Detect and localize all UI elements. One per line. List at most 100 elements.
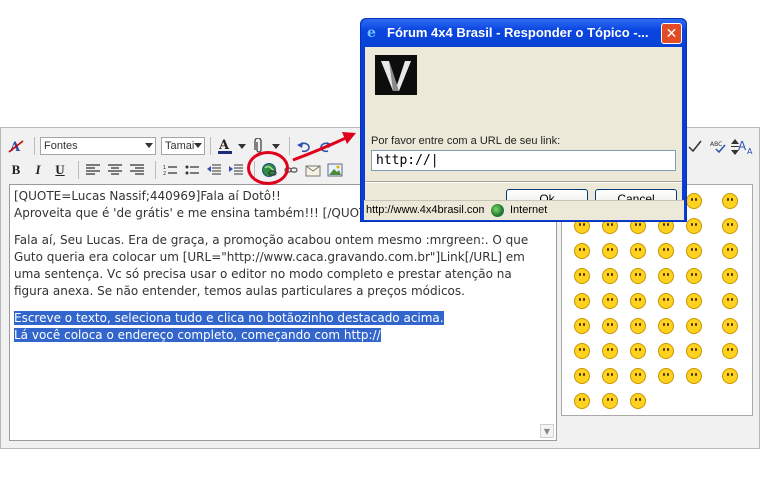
chevron-down-icon[interactable]	[238, 137, 246, 155]
smiley-icon[interactable]	[658, 293, 674, 309]
smiley-icon[interactable]	[630, 293, 646, 309]
outdent-icon[interactable]	[205, 161, 223, 179]
remove-format-icon[interactable]: A	[7, 137, 25, 155]
smiley-icon[interactable]	[602, 318, 618, 334]
dialog-titlebar: e Fórum 4x4 Brasil - Responder o Tópico …	[361, 19, 686, 47]
toolbar-separator	[155, 161, 156, 179]
annotation-arrow	[292, 132, 356, 162]
dialog-divider	[365, 181, 682, 183]
smiley-icon[interactable]	[658, 243, 674, 259]
smiley-icon[interactable]	[686, 193, 702, 209]
smiley-icon[interactable]	[722, 243, 738, 259]
smiley-icon[interactable]	[686, 268, 702, 284]
url-input[interactable]: http://|	[371, 150, 676, 171]
smiley-icon[interactable]	[574, 393, 590, 409]
smiley-icon[interactable]	[574, 268, 590, 284]
url-prompt: Por favor entre com a URL de seu link:	[371, 135, 561, 147]
size-select[interactable]: Tamai	[161, 137, 205, 155]
toolbar-separator	[210, 137, 211, 155]
smiley-icon[interactable]	[686, 368, 702, 384]
status-url: http://www.4x4brasil.com	[366, 204, 484, 216]
smiley-icon[interactable]	[630, 243, 646, 259]
align-left-icon[interactable]	[84, 161, 102, 179]
smiley-icon[interactable]	[722, 343, 738, 359]
browser-icon: e	[367, 25, 376, 41]
smiley-icon[interactable]	[686, 318, 702, 334]
underline-icon[interactable]: U	[51, 161, 69, 179]
svg-text:ABC: ABC	[710, 141, 722, 148]
svg-text:A: A	[738, 139, 747, 153]
svg-text:2: 2	[163, 171, 166, 176]
link-dialog: e Fórum 4x4 Brasil - Responder o Tópico …	[360, 18, 687, 222]
smiley-icon[interactable]	[574, 343, 590, 359]
svg-text:A: A	[747, 147, 753, 156]
font-select[interactable]: Fontes	[40, 137, 156, 155]
smiley-icon[interactable]	[574, 318, 590, 334]
smiley-icon[interactable]	[686, 343, 702, 359]
indent-icon[interactable]	[227, 161, 245, 179]
smiley-icon[interactable]	[722, 268, 738, 284]
smiley-icon[interactable]	[602, 368, 618, 384]
security-zone: Internet	[510, 204, 548, 216]
text-size-icon[interactable]: AA	[738, 138, 756, 156]
smiley-icon[interactable]	[658, 318, 674, 334]
smiley-icon[interactable]	[630, 343, 646, 359]
toolbar-separator	[78, 161, 79, 179]
globe-icon	[491, 204, 504, 217]
dialog-title: Fórum 4x4 Brasil - Responder o Tópico -.…	[387, 25, 649, 40]
smiley-icon[interactable]	[602, 343, 618, 359]
smiley-icon[interactable]	[722, 368, 738, 384]
smiley-icon[interactable]	[722, 218, 738, 234]
smiley-icon[interactable]	[658, 343, 674, 359]
smiley-icon[interactable]	[602, 243, 618, 259]
close-icon: ✕	[665, 25, 678, 42]
selected-text-line: Lá você coloca o endereço completo, come…	[14, 327, 552, 344]
unordered-list-icon[interactable]	[183, 161, 201, 179]
dialog-statusbar: http://www.4x4brasil.com Internet	[364, 200, 684, 220]
smiley-icon[interactable]	[574, 293, 590, 309]
smiley-icon[interactable]	[722, 318, 738, 334]
chevron-down-icon	[194, 143, 202, 148]
smiley-icon[interactable]	[602, 268, 618, 284]
url-input-value: http://	[376, 153, 431, 168]
smiley-icon[interactable]	[686, 293, 702, 309]
align-center-icon[interactable]	[106, 161, 124, 179]
smiley-icon[interactable]	[630, 268, 646, 284]
forum-logo	[375, 55, 417, 95]
smiley-icon[interactable]	[602, 393, 618, 409]
smiley-icon[interactable]	[722, 293, 738, 309]
smiley-icon[interactable]	[574, 368, 590, 384]
smiley-icon[interactable]	[602, 293, 618, 309]
message-textarea[interactable]: [QUOTE=Lucas Nassif;440969]Fala aí Dotô!…	[9, 184, 557, 441]
selected-text-line: Escreve o texto, seleciona tudo e clica …	[14, 310, 552, 327]
smiley-icon[interactable]	[658, 268, 674, 284]
smiley-icon[interactable]	[630, 318, 646, 334]
smiley-icon[interactable]	[630, 368, 646, 384]
highlight-circle	[247, 151, 289, 185]
smiley-icon[interactable]	[574, 243, 590, 259]
text-color-icon[interactable]: A	[216, 137, 234, 155]
smiley-icon[interactable]	[686, 243, 702, 259]
text-line: uma sentença. Vc só precisa usar o edito…	[14, 267, 512, 281]
align-right-icon[interactable]	[128, 161, 146, 179]
toolbar-separator	[34, 137, 35, 155]
svg-text:A: A	[218, 138, 230, 153]
close-button[interactable]: ✕	[661, 23, 682, 44]
italic-icon[interactable]: I	[29, 161, 47, 179]
text-line: figura anexa. Se não entender, temos aul…	[14, 284, 465, 298]
bold-icon[interactable]: B	[7, 161, 25, 179]
scroll-down-arrow[interactable]: ▼	[540, 424, 554, 438]
smiley-icon[interactable]	[658, 368, 674, 384]
text-line: Guto queria era colocar um [URL="http://…	[14, 250, 525, 264]
smiley-icon[interactable]	[722, 193, 738, 209]
dialog-body: Por favor entre com a URL de seu link: h…	[365, 47, 682, 219]
font-select-value: Fontes	[44, 140, 78, 152]
text-line: Fala aí, Seu Lucas. Era de graça, a prom…	[14, 233, 529, 247]
size-select-value: Tamai	[165, 140, 195, 152]
checkmark-icon[interactable]	[686, 138, 704, 156]
ordered-list-icon[interactable]: 12	[161, 161, 179, 179]
chevron-down-icon	[145, 143, 153, 148]
smiley-icon[interactable]	[630, 393, 646, 409]
smiley-icon[interactable]	[686, 218, 702, 234]
selection-highlight: Lá você coloca o endereço completo, come…	[14, 328, 381, 342]
